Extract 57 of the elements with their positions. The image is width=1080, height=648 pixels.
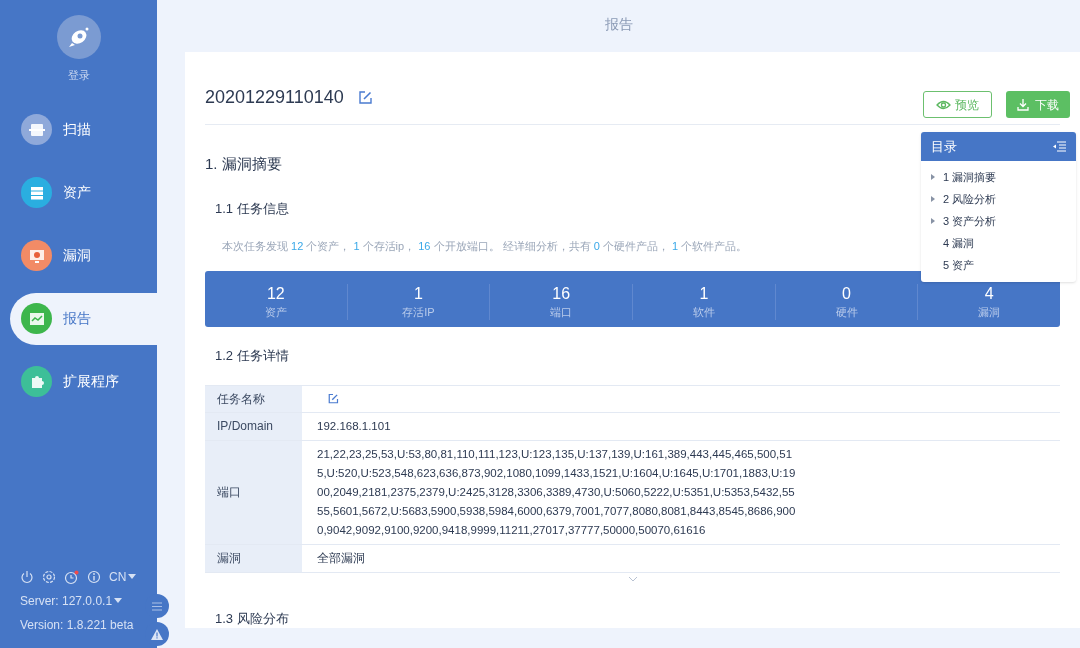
subsection-heading: 1.2 任务详情 <box>215 347 289 365</box>
info-icon <box>87 570 101 584</box>
subsection-heading: 1.1 任务信息 <box>215 200 289 219</box>
edit-icon <box>356 89 373 106</box>
nav-item[interactable]: 资产 <box>10 166 157 219</box>
nav-item[interactable]: 扩展程序 <box>10 355 157 408</box>
power-icon <box>20 570 34 584</box>
summary-text: 本次任务发现 12 个资产， 1 个存活ip， 16 个开放端口。 经详细分析，共有 0 个硬件产品， 1 个软件产品。 <box>222 238 748 254</box>
toc-title: 目录 <box>931 137 957 156</box>
version-text: Version: 1.8.221 beta <box>20 617 135 634</box>
nav-item[interactable]: 报告 <box>10 292 157 345</box>
stat-label: 端口 <box>550 305 573 321</box>
edit-icon <box>327 392 339 405</box>
field-label: 漏洞 <box>217 550 241 567</box>
field-value: 192.168.1.101 <box>317 418 392 434</box>
download-icon <box>1017 98 1029 111</box>
settings-icon <box>42 570 56 584</box>
toc-item[interactable]: 3 资产分析 <box>921 212 1076 230</box>
toc-item[interactable]: 2 风险分析 <box>921 190 1076 208</box>
stat-label: 存活IP <box>402 305 435 321</box>
stat-value: 1 <box>414 284 423 305</box>
nav-item[interactable]: 扫描 <box>10 103 157 156</box>
stat-label: 漏洞 <box>978 305 1001 321</box>
field-label: IP/Domain <box>217 418 274 435</box>
logo[interactable] <box>56 15 101 59</box>
preview-button[interactable]: 预览 <box>923 91 992 118</box>
caret-icon <box>114 598 123 604</box>
stat-value: 12 <box>266 284 285 305</box>
eye-icon <box>936 99 951 110</box>
report-title: 20201229110140 <box>205 86 344 110</box>
field-value: 21,22,23,25,53,U:53,80,81,110,111,123,U:123,135,U:137,139,U:161,389,443,445,465,500,515,U:520,U:523,548,623,636,873,902,1080,1099,1433,1521,U:1604,U:1645,U:1701,1883,U:1900,2049,2181,2375,2379,U:2425,3128,3306,3389,4730,U:5060,5222,U:5351,U:5353,5432,5555,5601,5672,U:5683,5900,5938,5984,6000,6379,7001,7077,8080,8081,8443,8545,8686,9000,9042,9092,9100,9200,9418,9999,11211,27017,37777,50000,50070,61616 <box>317 446 797 538</box>
warning-icon <box>151 628 163 640</box>
stat-value: 1 <box>699 284 709 305</box>
toc-item[interactable]: 4 漏洞 <box>921 234 1076 252</box>
section-heading: 1. 漏洞摘要 <box>205 153 282 174</box>
field-label: 端口 <box>217 484 241 501</box>
stat-label: 资产 <box>264 305 287 321</box>
caret-icon <box>128 574 137 580</box>
stat-value: 16 <box>552 284 571 305</box>
chevron-down-icon <box>627 575 638 582</box>
language-dropdown[interactable]: CN <box>109 568 137 586</box>
stat-value: 4 <box>984 284 994 305</box>
download-button[interactable]: 下载 <box>1006 91 1070 118</box>
toc-item[interactable]: 5 资产 <box>921 256 1076 274</box>
outdent-icon <box>1053 141 1066 152</box>
menu-icon <box>152 601 162 611</box>
field-value: 全部漏洞 <box>317 550 366 566</box>
nav-item[interactable]: 漏洞 <box>10 229 157 282</box>
stat-label: 软件 <box>692 305 715 321</box>
login-label[interactable]: 登录 <box>67 67 90 84</box>
toc-item[interactable]: 1 漏洞摘要 <box>921 168 1076 186</box>
stat-label: 硬件 <box>835 305 858 321</box>
page-title: 报告 <box>604 14 633 34</box>
subsection-heading: 1.3 风险分布 <box>215 609 289 628</box>
server-dropdown[interactable]: Server: 127.0.0.1 <box>20 592 157 610</box>
stat-value: 0 <box>842 284 851 305</box>
field-label: 任务名称 <box>217 390 265 408</box>
